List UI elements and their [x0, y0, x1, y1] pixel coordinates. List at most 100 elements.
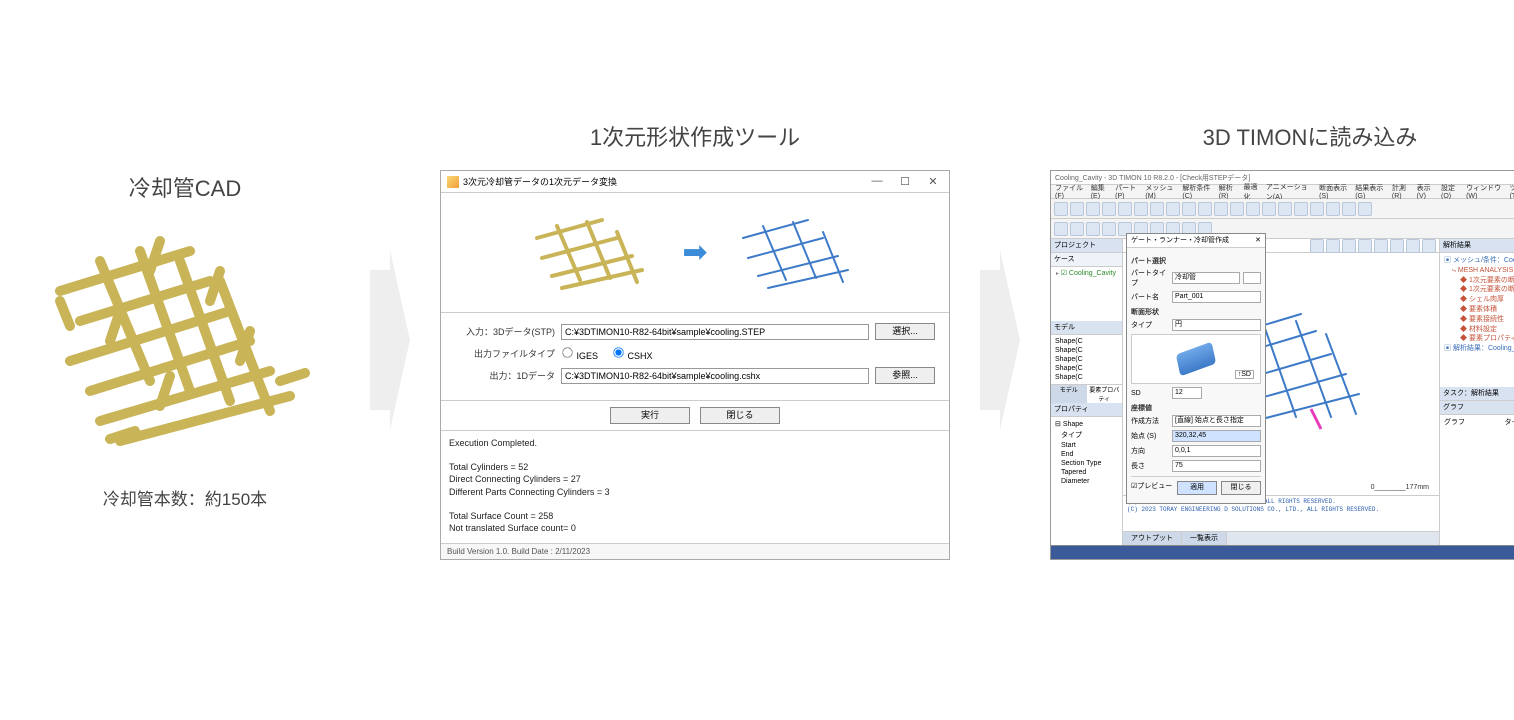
output-label: 出力：1Dデータ	[455, 369, 555, 382]
scale-bar: 0________177mm	[1371, 484, 1429, 491]
section-partsel: パート選択	[1131, 256, 1261, 266]
app-title: Cooling_Cavity - 3D TIMON 10 R8.2.0 - [C…	[1055, 173, 1250, 183]
project-header: プロジェクト	[1051, 239, 1122, 253]
close-dialog-button[interactable]: 閉じる	[700, 407, 780, 424]
section-coord: 座標値	[1131, 403, 1261, 413]
tool-icon[interactable]	[1166, 202, 1180, 216]
tool-icon[interactable]	[1102, 222, 1116, 236]
timon-window: Cooling_Cavity - 3D TIMON 10 R8.2.0 - [C…	[1050, 170, 1514, 560]
view-icon[interactable]	[1342, 239, 1356, 253]
preview-checkbox[interactable]: ☑プレビュー	[1131, 481, 1173, 495]
tool-icon[interactable]	[1086, 202, 1100, 216]
dialog-title: ゲート・ランナー・冷却管作成	[1131, 239, 1229, 247]
conversion-preview: ➡	[441, 193, 949, 313]
status-bar: Build Version 1.0. Build Date : 2/11/202…	[441, 543, 949, 559]
case-header: ケース	[1051, 253, 1122, 267]
project-panel: プロジェクト ケース ☑ Cooling_Cavity モデル Shape(CS…	[1051, 239, 1123, 545]
tool-icon[interactable]	[1102, 202, 1116, 216]
execute-button[interactable]: 実行	[610, 407, 690, 424]
app-statusbar: NUM	[1051, 545, 1514, 559]
cooling-pipes-yellow	[40, 231, 330, 461]
log-output: Execution Completed. Total Cylinders = 5…	[441, 431, 949, 543]
output-path[interactable]: C:¥3DTIMON10-R82-64bit¥sample¥cooling.cs…	[561, 368, 869, 384]
close-button[interactable]: ✕	[923, 175, 943, 188]
close-button[interactable]: 閉じる	[1221, 481, 1261, 495]
property-list[interactable]: ⊟ Shape タイプ Start End Section Type Taper…	[1051, 417, 1122, 488]
case-tree[interactable]: ☑ Cooling_Cavity	[1051, 267, 1122, 281]
shape-list[interactable]: Shape(CShape(C Shape(CShape(C Shape(C	[1051, 335, 1122, 384]
arrow-icon: ➡	[682, 235, 707, 270]
tool-icon[interactable]	[1294, 202, 1308, 216]
tool-window: 3次元冷却管データの1次元データ変換 — ☐ ✕ ➡	[440, 170, 950, 560]
tool-icon[interactable]	[1054, 222, 1068, 236]
panel2-title: 1次元形状作成ツール	[590, 120, 800, 152]
panel-timon: 3D TIMONに読み込み Cooling_Cavity - 3D TIMON …	[1050, 120, 1514, 560]
tool-icon[interactable]	[1054, 202, 1068, 216]
result-header: 解析結果	[1440, 239, 1514, 253]
preview-yellow	[522, 208, 662, 298]
tool-icon[interactable]	[1182, 202, 1196, 216]
direction-input[interactable]: 0,0,1	[1172, 445, 1261, 457]
tool-icon[interactable]	[1070, 202, 1084, 216]
radio-iges[interactable]: IGES	[561, 346, 598, 361]
cad-render	[30, 221, 340, 471]
titlebar: 3次元冷却管データの1次元データ変換 — ☐ ✕	[441, 171, 949, 193]
view-icon[interactable]	[1422, 239, 1436, 253]
input-label: 入力：3Dデータ(STP)	[455, 325, 555, 338]
view-icon[interactable]	[1390, 239, 1404, 253]
window-title: 3次元冷却管データの1次元データ変換	[463, 175, 617, 188]
tool-icon[interactable]	[1310, 202, 1324, 216]
menubar[interactable]: ファイル(F)編集(E)パート(P) メッシュ(M)解析条件(C)解析(R) 最…	[1051, 185, 1514, 199]
input-path[interactable]: C:¥3DTIMON10-R82-64bit¥sample¥cooling.ST…	[561, 324, 869, 340]
tool-icon[interactable]	[1326, 202, 1340, 216]
maximize-button[interactable]: ☐	[895, 175, 915, 188]
method-select[interactable]: [直線] 始点と長さ指定	[1172, 415, 1261, 427]
toolbar-1[interactable]	[1051, 199, 1514, 219]
view-icon[interactable]	[1358, 239, 1372, 253]
minimize-button[interactable]: —	[867, 175, 887, 188]
tool-icon[interactable]	[1134, 202, 1148, 216]
browse-input-button[interactable]: 選択...	[875, 323, 935, 340]
apply-button[interactable]: 適用	[1177, 481, 1217, 495]
panel-cad: 冷却管CAD 冷却管本数：約150本	[30, 171, 340, 510]
tool-icon[interactable]	[1278, 202, 1292, 216]
tool-icon[interactable]	[1214, 202, 1228, 216]
view-icon[interactable]	[1310, 239, 1324, 253]
panel1-subtitle: 冷却管本数：約150本	[103, 485, 267, 510]
tool-icon[interactable]	[1086, 222, 1100, 236]
radio-cshx[interactable]: CSHX	[612, 346, 653, 361]
tool-icon[interactable]	[1198, 202, 1212, 216]
parttype-select[interactable]: 冷却管	[1172, 272, 1240, 284]
arrow-2	[980, 250, 1020, 430]
model-header: モデル	[1051, 321, 1122, 335]
length-input[interactable]: 75	[1172, 460, 1261, 472]
model-tabs[interactable]: モデル 要素プロパティ	[1051, 384, 1122, 403]
tool-icon[interactable]	[1246, 202, 1260, 216]
app-icon	[447, 176, 459, 188]
browse-output-button[interactable]: 参照...	[875, 367, 935, 384]
preview-blue	[728, 208, 868, 298]
tool-icon[interactable]	[1118, 202, 1132, 216]
panel1-title: 冷却管CAD	[129, 171, 241, 203]
tool-icon[interactable]	[1070, 222, 1084, 236]
tool-icon[interactable]	[1230, 202, 1244, 216]
task-header: タスク：解析結果	[1440, 387, 1514, 401]
view-icon[interactable]	[1326, 239, 1340, 253]
tool-icon[interactable]	[1262, 202, 1276, 216]
type-select[interactable]: 円	[1172, 319, 1261, 331]
partname-input[interactable]: Part_001	[1172, 291, 1261, 303]
start-input[interactable]: 320,32,45	[1172, 430, 1261, 442]
view-icon[interactable]	[1406, 239, 1420, 253]
cylinder-preview: ↑SD	[1131, 334, 1261, 384]
tool-icon[interactable]	[1342, 202, 1356, 216]
arrow-1	[370, 250, 410, 430]
filetype-label: 出力ファイルタイプ	[455, 347, 555, 360]
bottom-tabs[interactable]: アウトプット一覧表示	[1123, 531, 1439, 545]
view-icon[interactable]	[1374, 239, 1388, 253]
result-tree[interactable]: ▣ メッシュ/条件：Cooling_Cavity ⤷ MESH ANALYSIS…	[1440, 253, 1514, 357]
tool-icon[interactable]	[1150, 202, 1164, 216]
sd-input[interactable]: 12	[1172, 387, 1202, 399]
dialog-close-icon[interactable]: ✕	[1255, 239, 1261, 247]
toolbar-2[interactable]	[1051, 219, 1514, 239]
tool-icon[interactable]	[1358, 202, 1372, 216]
